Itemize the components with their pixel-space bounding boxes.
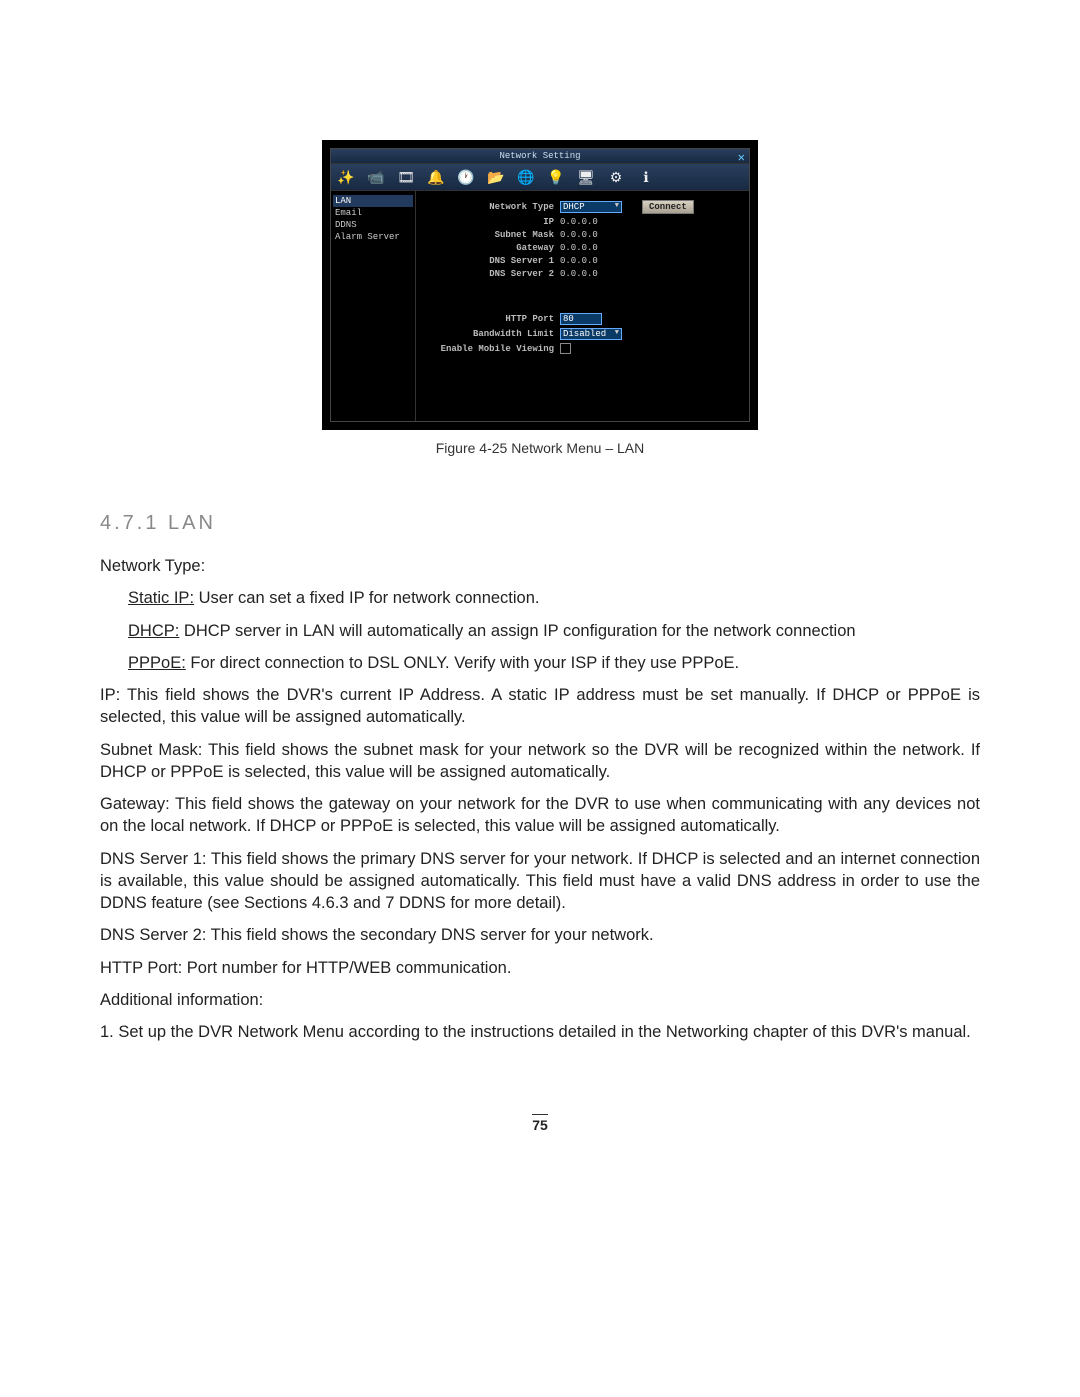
toolbar-icon-film[interactable]: 🎞: [397, 168, 415, 186]
label-subnet-mask: Subnet Mask: [424, 230, 560, 240]
desc-http-doc: Port number for HTTP/WEB communication.: [182, 959, 511, 977]
text-http-port: HTTP Port: Port number for HTTP/WEB comm…: [100, 957, 980, 979]
desc-dns2-doc: This field shows the secondary DNS serve…: [206, 926, 653, 944]
sidebar-item-ddns[interactable]: DDNS: [333, 219, 413, 231]
label-dns-server-2: DNS Server 2: [424, 269, 560, 279]
sidebar-item-lan[interactable]: LAN: [333, 195, 413, 207]
label-ip: IP: [424, 217, 560, 227]
connect-button[interactable]: Connect: [642, 200, 694, 214]
desc-dhcp: DHCP server in LAN will automatically an…: [179, 622, 855, 640]
dvr-window-title: Network Setting: [499, 151, 580, 161]
text-additional-info: Additional information:: [100, 989, 980, 1011]
toolbar-icon-folder[interactable]: 📂: [487, 168, 505, 186]
select-network-type[interactable]: DHCP: [560, 201, 622, 213]
dvr-toolbar: ✨ 📹 🔍 🎞 🔔 🕐 📂 🌐 💡 🖥 ⚙ ℹ: [331, 163, 749, 191]
label-ip-doc: IP:: [100, 686, 120, 704]
label-enable-mobile-viewing: Enable Mobile Viewing: [424, 344, 560, 354]
desc-dns1-doc: This field shows the primary DNS server …: [100, 850, 980, 913]
value-subnet-mask: 0.0.0.0: [560, 230, 598, 240]
label-http-port: HTTP Port: [424, 314, 560, 324]
text-dhcp: DHCP: DHCP server in LAN will automatica…: [100, 620, 980, 642]
desc-subnet-doc: This field shows the subnet mask for you…: [100, 741, 980, 781]
text-static-ip: Static IP: User can set a fixed IP for n…: [100, 587, 980, 609]
input-http-port[interactable]: 80: [560, 313, 602, 325]
label-gateway-doc: Gateway:: [100, 795, 170, 813]
dvr-sidebar: LAN Email DDNS Alarm Server: [331, 191, 416, 421]
close-icon[interactable]: ✕: [738, 150, 745, 165]
page-number: 75: [532, 1117, 548, 1133]
label-network-type: Network Type: [424, 202, 560, 212]
text-network-type-label: Network Type:: [100, 555, 980, 577]
dvr-titlebar: Network Setting ✕: [331, 149, 749, 163]
text-subnet: Subnet Mask: This field shows the subnet…: [100, 739, 980, 784]
text-dns2: DNS Server 2: This field shows the secon…: [100, 924, 980, 946]
toolbar-icon-bell[interactable]: 🔔: [427, 168, 445, 186]
select-bandwidth-limit[interactable]: Disabled: [560, 328, 622, 340]
label-http-doc: HTTP Port:: [100, 959, 182, 977]
desc-ip-doc: This field shows the DVR's current IP Ad…: [100, 686, 980, 726]
dvr-content: Network Type DHCP Connect IP 0.0.0.0 Sub…: [416, 191, 749, 421]
toolbar-icon-bulb[interactable]: 💡: [547, 168, 565, 186]
dvr-window: Network Setting ✕ ✨ 📹 🔍 🎞 🔔 🕐 📂 🌐 💡 🖥 ⚙ …: [322, 140, 758, 430]
toolbar-icon-clock[interactable]: 🕐: [457, 168, 475, 186]
desc-static-ip: User can set a fixed IP for network conn…: [194, 589, 539, 607]
label-dns-server-1: DNS Server 1: [424, 256, 560, 266]
sidebar-item-alarm-server[interactable]: Alarm Server: [333, 231, 413, 243]
toolbar-icon-magic[interactable]: ✨: [337, 168, 355, 186]
toolbar-icon-camera[interactable]: 📹: [367, 168, 385, 186]
toolbar-icon-info[interactable]: ℹ: [637, 168, 655, 186]
text-pppoe: PPPoE: For direct connection to DSL ONLY…: [100, 652, 980, 674]
toolbar-icon-network[interactable]: 🌐: [517, 168, 535, 186]
toolbar-icon-gear[interactable]: ⚙: [607, 168, 625, 186]
toolbar-icon-monitor[interactable]: 🖥: [577, 168, 595, 186]
value-dns-server-2: 0.0.0.0: [560, 269, 598, 279]
section-heading: 4.7.1 LAN: [100, 512, 980, 535]
term-pppoe: PPPoE:: [128, 654, 186, 672]
label-dns1-doc: DNS Server 1:: [100, 850, 206, 868]
value-ip: 0.0.0.0: [560, 217, 598, 227]
text-dns1: DNS Server 1: This field shows the prima…: [100, 848, 980, 915]
desc-gateway-doc: This field shows the gateway on your net…: [100, 795, 980, 835]
text-gateway: Gateway: This field shows the gateway on…: [100, 793, 980, 838]
value-dns-server-1: 0.0.0.0: [560, 256, 598, 266]
label-subnet-doc: Subnet Mask:: [100, 741, 202, 759]
label-dns2-doc: DNS Server 2:: [100, 926, 206, 944]
value-gateway: 0.0.0.0: [560, 243, 598, 253]
figure-network-menu-lan: Network Setting ✕ ✨ 📹 🔍 🎞 🔔 🕐 📂 🌐 💡 🖥 ⚙ …: [100, 140, 980, 456]
text-item-1: 1. Set up the DVR Network Menu according…: [100, 1021, 980, 1043]
figure-caption: Figure 4-25 Network Menu – LAN: [100, 440, 980, 456]
checkbox-enable-mobile-viewing[interactable]: [560, 343, 571, 354]
sidebar-item-email[interactable]: Email: [333, 207, 413, 219]
label-bandwidth-limit: Bandwidth Limit: [424, 329, 560, 339]
page-number-block: 75: [100, 1114, 980, 1133]
label-gateway: Gateway: [424, 243, 560, 253]
desc-pppoe: For direct connection to DSL ONLY. Verif…: [186, 654, 739, 672]
text-ip: IP: This field shows the DVR's current I…: [100, 684, 980, 729]
term-static-ip: Static IP:: [128, 589, 194, 607]
term-dhcp: DHCP:: [128, 622, 179, 640]
